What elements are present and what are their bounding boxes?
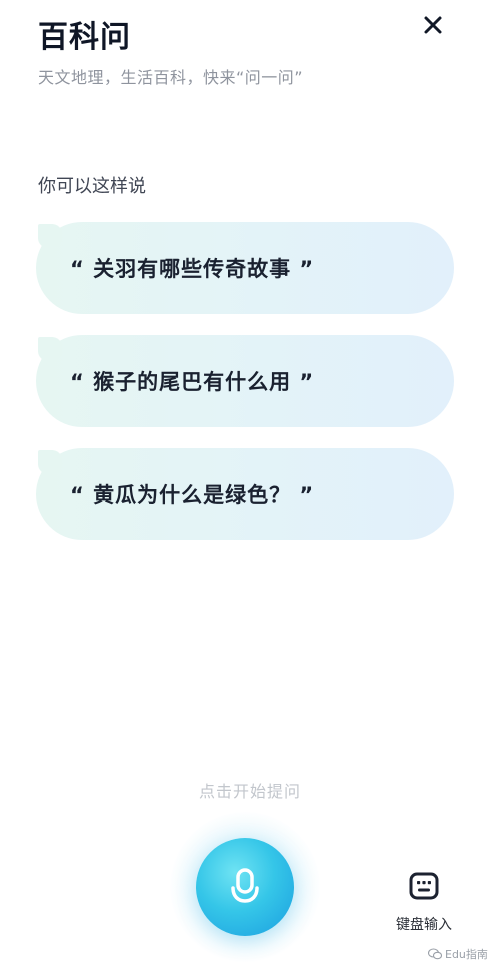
voice-input-button[interactable]: [196, 838, 294, 936]
suggestion-bubble[interactable]: “ 猴子的尾巴有什么用 ”: [36, 335, 454, 427]
suggestion-bubble[interactable]: “ 关羽有哪些传奇故事 ”: [36, 222, 454, 314]
watermark-text: Edu指南: [445, 948, 488, 961]
suggestion-text: “ 猴子的尾巴有什么用 ”: [70, 370, 315, 394]
close-icon: [424, 16, 442, 34]
suggestion-bubble[interactable]: “ 黄瓜为什么是绿色？ ”: [36, 448, 454, 540]
keyboard-input-button[interactable]: 键盘输入: [386, 872, 462, 942]
start-question-hint: 点击开始提问: [198, 782, 301, 801]
page-subtitle: 天文地理，生活百科，快来“问一问”: [38, 68, 304, 87]
page-title: 百科问: [38, 20, 131, 55]
watermark: Edu指南: [428, 946, 488, 962]
suggestion-heading: 你可以这样说: [38, 176, 146, 197]
keyboard-input-label: 键盘输入: [396, 917, 452, 933]
close-button[interactable]: [418, 10, 448, 40]
suggestion-text: “ 黄瓜为什么是绿色？ ”: [70, 483, 315, 507]
suggestion-text: “ 关羽有哪些传奇故事 ”: [70, 257, 315, 281]
microphone-icon: [231, 868, 259, 903]
keyboard-icon: [409, 872, 439, 900]
suggestion-list: “ 关羽有哪些传奇故事 ” “ 猴子的尾巴有什么用 ” “ 黄瓜为什么是绿色？ …: [36, 222, 454, 561]
wechat-logo: [428, 948, 442, 960]
